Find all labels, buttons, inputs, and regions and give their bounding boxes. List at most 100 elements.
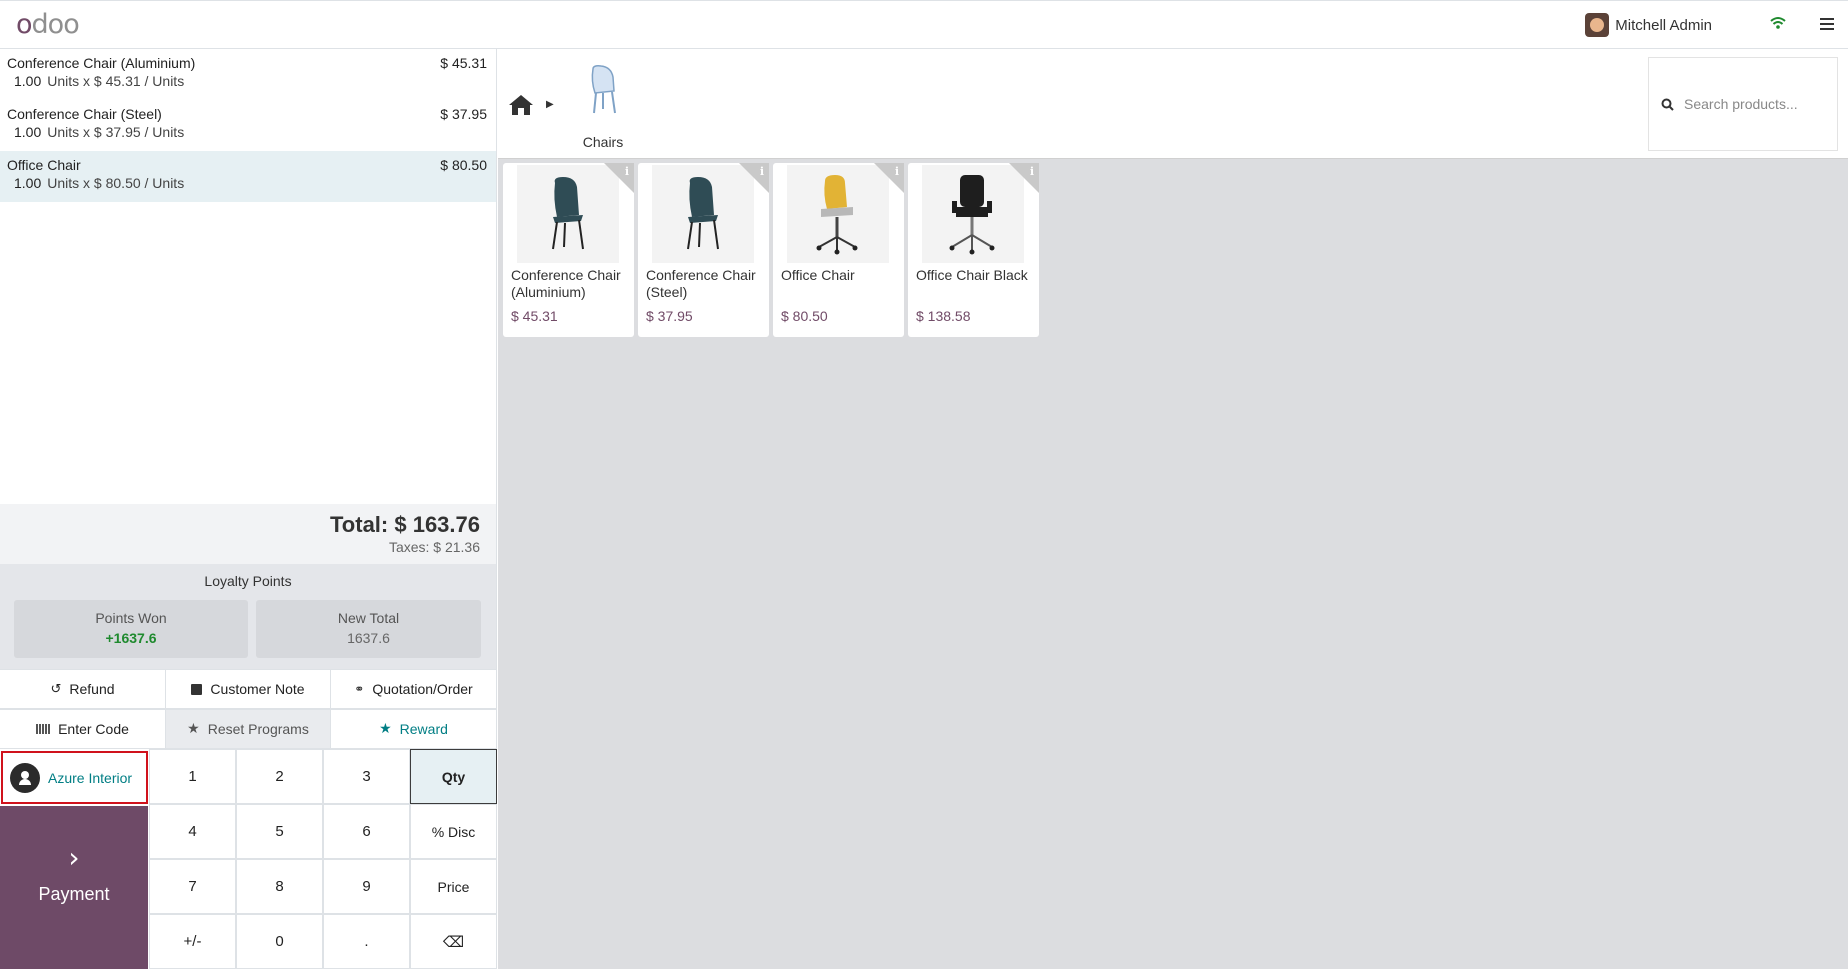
search-icon [1661, 98, 1674, 111]
product-info-corner[interactable] [1009, 163, 1039, 193]
order-line-selected[interactable]: Office Chair $ 80.50 1.00 Units x $ 80.50… [0, 151, 496, 202]
backspace-icon[interactable]: ⌫ [410, 914, 497, 969]
reward-label: Reward [399, 721, 448, 737]
numpad-price-mode[interactable]: Price [410, 859, 497, 914]
orderline-product-name: Office Chair [7, 157, 81, 173]
odoo-logo[interactable]: odoo [16, 11, 80, 38]
reset-programs-label: Reset Programs [207, 721, 309, 737]
order-panel: Conference Chair (Aluminium) $ 45.31 1.0… [0, 49, 497, 969]
orderline-qty: 1.00 [14, 73, 42, 89]
new-total-label: New Total [337, 610, 400, 626]
info-icon[interactable]: i [625, 165, 629, 178]
product-card[interactable]: i Conference Chair (Steel) $ 37.95 [638, 163, 769, 337]
numpad-key-8[interactable]: 8 [236, 859, 323, 914]
customer-note-button[interactable]: Customer Note [166, 669, 331, 709]
order-total: Total: $ 163.76 [330, 512, 480, 537]
numpad-discount-mode[interactable]: % Disc [410, 804, 497, 859]
user-icon [10, 762, 40, 793]
info-icon[interactable]: i [895, 165, 899, 178]
user-avatar [1585, 13, 1610, 37]
top-navbar: odoo Mitchell Admin [0, 0, 1848, 49]
order-line[interactable]: Conference Chair (Aluminium) $ 45.31 1.0… [0, 49, 496, 100]
product-card[interactable]: i Conference Chair (Aluminium) $ 45.31 [503, 163, 634, 337]
payment-label: Payment [38, 884, 110, 904]
product-card[interactable]: i Office Chair Black $ 138.58 [908, 163, 1039, 337]
product-name: Conference Chair (Aluminium) [511, 267, 621, 300]
category-label: Chairs [582, 134, 624, 150]
category-chairs[interactable]: Chairs [568, 63, 638, 150]
payment-button[interactable]: › Payment [0, 806, 148, 969]
home-icon[interactable] [508, 93, 534, 117]
order-line[interactable]: Conference Chair (Steel) $ 37.95 1.00 Uni… [0, 100, 496, 151]
numpad-key-9[interactable]: 9 [323, 859, 410, 914]
product-card[interactable]: i Office Chair $ 80.50 [773, 163, 904, 337]
quotation-order-button[interactable]: ⚭ Quotation/Order [331, 669, 497, 709]
user-name: Mitchell Admin [1615, 16, 1712, 34]
info-icon[interactable]: i [1030, 165, 1034, 178]
refund-label: Refund [69, 681, 115, 697]
search-input[interactable] [1684, 96, 1824, 112]
points-won-label: Points Won [95, 610, 167, 626]
new-total-box: New Total 1637.6 [256, 600, 481, 658]
product-info-corner[interactable] [739, 163, 769, 193]
numpad-key-7[interactable]: 7 [149, 859, 236, 914]
loyalty-title: Loyalty Points [204, 573, 292, 589]
enter-code-label: Enter Code [58, 721, 129, 737]
numpad-key-0[interactable]: 0 [236, 914, 323, 969]
customer-note-label: Customer Note [210, 681, 305, 697]
reset-programs-button[interactable]: ★ Reset Programs [166, 709, 331, 749]
product-price: $ 45.31 [511, 308, 558, 324]
numpad-qty-mode[interactable]: Qty [410, 749, 497, 804]
orderline-unit-detail: Units x $ 80.50 / Units [47, 175, 185, 191]
order-taxes: Taxes: $ 21.36 [388, 539, 480, 555]
orderline-unit-detail: Units x $ 45.31 / Units [47, 73, 185, 89]
product-price: $ 37.95 [646, 308, 693, 324]
products-panel: ▶ Chairs Search products... i Conference… [498, 49, 1848, 969]
numpad-key-3[interactable]: 3 [323, 749, 410, 804]
orderline-unit-detail: Units x $ 37.95 / Units [47, 124, 185, 140]
orderline-price: $ 80.50 [440, 157, 487, 173]
chevron-right-icon: › [68, 841, 80, 874]
product-name: Conference Chair (Steel) [646, 267, 756, 300]
menu-icon[interactable] [1820, 18, 1834, 33]
star-icon: ★ [187, 721, 200, 737]
product-info-corner[interactable] [874, 163, 904, 193]
note-icon [191, 683, 203, 695]
enter-code-button[interactable]: Enter Code [0, 709, 166, 749]
numpad-key-6[interactable]: 6 [323, 804, 410, 859]
numpad-key-5[interactable]: 5 [236, 804, 323, 859]
product-name: Office Chair Black [916, 267, 1028, 283]
user-menu[interactable]: Mitchell Admin [1585, 13, 1712, 37]
orderline-product-name: Conference Chair (Aluminium) [7, 55, 196, 71]
numpad-key-4[interactable]: 4 [149, 804, 236, 859]
loyalty-points-panel: Loyalty Points Points Won +1637.6 New To… [0, 564, 496, 669]
star-icon: ★ [379, 721, 392, 737]
new-total-value: 1637.6 [347, 630, 390, 646]
numpad-key-decimal[interactable]: . [323, 914, 410, 969]
numpad-key-2[interactable]: 2 [236, 749, 323, 804]
order-summary: Total: $ 163.76 Taxes: $ 21.36 [0, 504, 496, 564]
numpad-key-1[interactable]: 1 [149, 749, 236, 804]
customer-name: Azure Interior [48, 769, 133, 786]
quotation-order-label: Quotation/Order [372, 681, 473, 697]
product-search[interactable] [1648, 57, 1838, 151]
product-price: $ 138.58 [916, 308, 971, 324]
barcode-icon [36, 724, 51, 734]
points-won-box: Points Won +1637.6 [14, 600, 248, 658]
reward-button[interactable]: ★ Reward [331, 709, 497, 749]
product-info-corner[interactable] [604, 163, 634, 193]
product-price: $ 80.50 [781, 308, 828, 324]
wifi-icon [1770, 17, 1786, 29]
refund-button[interactable]: ↺ Refund [0, 669, 166, 709]
customer-button[interactable]: Azure Interior [1, 751, 148, 804]
link-icon: ⚭ [354, 682, 365, 696]
orderline-qty: 1.00 [14, 175, 42, 191]
orderline-price: $ 45.31 [440, 55, 487, 71]
points-won-value: +1637.6 [105, 630, 157, 646]
orderline-price: $ 37.95 [440, 106, 487, 122]
info-icon[interactable]: i [760, 165, 764, 178]
numpad-key-plus-minus[interactable]: +/- [149, 914, 236, 969]
order-lines: Conference Chair (Aluminium) $ 45.31 1.0… [0, 49, 496, 504]
orderline-product-name: Conference Chair (Steel) [7, 106, 162, 122]
products-header: ▶ Chairs [498, 49, 1848, 159]
